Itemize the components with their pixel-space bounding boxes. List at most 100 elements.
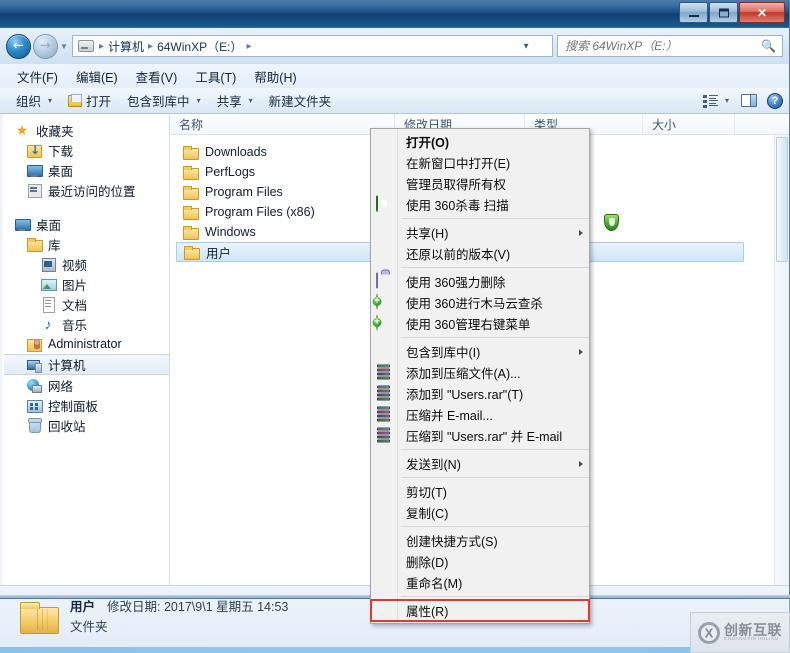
context-item-delete[interactable]: 删除(D)	[371, 551, 589, 572]
sidebar-item-libraries[interactable]: 库	[0, 234, 169, 254]
context-item-360-scan[interactable]: 使用 360杀毒 扫描	[371, 194, 589, 215]
breadcrumb-separator-2[interactable]: ▸	[244, 41, 253, 52]
forward-button[interactable]: →	[33, 33, 58, 59]
sidebar-item-network[interactable]: 网络	[0, 375, 169, 395]
sidebar-item-recycle-bin[interactable]: 回收站	[0, 415, 169, 435]
sidebar-item-favorites[interactable]: ★ 收藏夹	[0, 120, 169, 140]
context-item-add-to-users-rar[interactable]: 添加到 "Users.rar"(T)	[371, 383, 589, 404]
preview-pane-icon[interactable]	[741, 94, 757, 107]
sidebar-label: 计算机	[48, 359, 86, 373]
sidebar-item-desktop-fav[interactable]: 桌面	[0, 160, 169, 180]
sidebar-item-videos[interactable]: 视频	[0, 254, 169, 274]
context-item-copy[interactable]: 复制(C)	[371, 502, 589, 523]
column-header-name[interactable]: 名称	[170, 114, 395, 134]
menu-view[interactable]: 查看(V)	[127, 65, 187, 88]
titlebar-glass	[0, 0, 789, 27]
plus-360-icon	[376, 314, 393, 332]
context-item-rename[interactable]: 重命名(M)	[371, 572, 589, 593]
history-dropdown-button[interactable]: ▼	[58, 42, 70, 51]
share-button[interactable]: 共享 ▾	[209, 89, 261, 112]
scrollbar-thumb[interactable]	[776, 137, 788, 262]
help-icon[interactable]	[767, 92, 783, 109]
context-item-360-force-delete[interactable]: 使用 360强力删除	[371, 271, 589, 292]
new-folder-button[interactable]: 新建文件夹	[261, 89, 340, 112]
drive-icon	[78, 40, 94, 52]
context-item-properties[interactable]: 属性(R)	[370, 599, 590, 622]
list-view-icon	[702, 94, 718, 108]
sidebar-item-recent-places[interactable]: 最近访问的位置	[0, 180, 169, 200]
column-header-blank[interactable]	[735, 114, 789, 134]
context-item-label: 重命名(M)	[406, 577, 463, 591]
file-name: 用户	[206, 246, 232, 261]
details-line-1: 用户 修改日期: 2017\9\1 星期五 14:53	[70, 597, 288, 617]
menu-help[interactable]: 帮助(H)	[245, 65, 305, 88]
context-item-create-shortcut[interactable]: 创建快捷方式(S)	[371, 530, 589, 551]
folder-icon	[182, 204, 199, 220]
context-item-label: 压缩并 E-mail...	[406, 409, 493, 423]
context-item-360-trojan-cloud-scan[interactable]: 使用 360进行木马云查杀	[371, 292, 589, 313]
organize-button[interactable]: 组织 ▾	[8, 89, 60, 112]
context-item-compress-to-users-rar-and-email[interactable]: 压缩到 "Users.rar" 并 E-mail	[371, 425, 589, 446]
sidebar-item-downloads[interactable]: 下载	[0, 140, 169, 160]
breadcrumb-dropdown-icon[interactable]: ▼	[522, 42, 530, 51]
column-header-size[interactable]: 大小	[643, 114, 735, 134]
sidebar-item-pictures[interactable]: 图片	[0, 274, 169, 294]
menu-tools[interactable]: 工具(T)	[186, 65, 245, 88]
back-button[interactable]: ←	[6, 33, 31, 59]
context-item-label: 使用 360管理右键菜单	[406, 318, 531, 332]
menu-edit[interactable]: 编辑(E)	[67, 65, 127, 88]
pictures-icon	[40, 276, 57, 292]
include-in-library-button[interactable]: 包含到库中 ▾	[119, 89, 209, 112]
winrar-icon	[376, 364, 393, 381]
file-name: Downloads	[205, 145, 267, 159]
context-item-label: 压缩到 "Users.rar" 并 E-mail	[406, 430, 563, 444]
breadcrumb-separator-1[interactable]: ▸	[146, 41, 155, 52]
open-label: 打开	[86, 95, 112, 109]
minimize-button[interactable]	[679, 2, 708, 23]
submenu-arrow-icon	[579, 229, 583, 236]
breadcrumb-bar[interactable]: ▸ 计算机 ▸ 64WinXP（E:） ▸ ▼	[72, 35, 553, 57]
context-item-360-manage-context-menu[interactable]: 使用 360管理右键菜单	[371, 313, 589, 334]
context-item-label: 复制(C)	[406, 507, 449, 521]
context-item-compress-and-email[interactable]: 压缩并 E-mail...	[371, 404, 589, 425]
context-item-take-ownership[interactable]: 管理员取得所有权	[371, 173, 589, 194]
maximize-button[interactable]	[709, 2, 738, 23]
sidebar-item-control-panel[interactable]: 控制面板	[0, 395, 169, 415]
sidebar-item-computer[interactable]: 计算机	[0, 354, 169, 375]
breadcrumb-computer[interactable]: 计算机	[106, 38, 146, 55]
context-item-include-in-library[interactable]: 包含到库中(I)	[371, 341, 589, 362]
sidebar-label: 收藏夹	[36, 124, 74, 139]
chevron-down-icon: ▾	[248, 96, 253, 105]
search-input[interactable]	[558, 36, 782, 56]
winrar-icon	[376, 406, 393, 423]
sidebar-item-music[interactable]: ♪ 音乐	[0, 314, 169, 334]
close-button[interactable]: ✕	[739, 2, 785, 23]
sidebar-label: 最近访问的位置	[48, 184, 136, 199]
context-item-label: 添加到 "Users.rar"(T)	[406, 388, 524, 402]
sidebar-label: 下载	[48, 144, 74, 159]
menu-file[interactable]: 文件(F)	[8, 65, 67, 88]
change-view-button[interactable]: ▾	[701, 93, 731, 109]
context-item-send-to[interactable]: 发送到(N)	[371, 453, 589, 474]
context-item-restore-previous-versions[interactable]: 还原以前的版本(V)	[371, 243, 589, 264]
context-item-cut[interactable]: 剪切(T)	[371, 481, 589, 502]
watermark: 创新互联 CHUANGXIN HULIAN	[690, 612, 790, 653]
sidebar-item-documents[interactable]: 文档	[0, 294, 169, 314]
open-button[interactable]: 打开	[60, 89, 119, 112]
context-item-label: 使用 360杀毒 扫描	[406, 199, 509, 213]
organize-label: 组织	[16, 95, 42, 109]
context-item-open-new-window[interactable]: 在新窗口中打开(E)	[371, 152, 589, 173]
context-item-add-to-archive[interactable]: 添加到压缩文件(A)...	[371, 362, 589, 383]
box-360-icon	[376, 272, 393, 290]
search-box[interactable]: 🔍	[557, 35, 783, 57]
back-arrow-icon: ←	[13, 38, 24, 54]
title-bar[interactable]: ✕	[0, 0, 789, 28]
breadcrumb-drive[interactable]: 64WinXP（E:）	[155, 38, 244, 55]
context-item-open[interactable]: 打开(O)	[371, 131, 589, 152]
sidebar-item-desktop[interactable]: 桌面	[0, 214, 169, 234]
sidebar-item-administrator[interactable]: Administrator	[0, 334, 169, 354]
details-name: 用户	[70, 599, 96, 614]
context-item-share[interactable]: 共享(H)	[371, 222, 589, 243]
control-panel-icon	[26, 397, 43, 413]
vertical-scrollbar[interactable]	[774, 135, 789, 585]
